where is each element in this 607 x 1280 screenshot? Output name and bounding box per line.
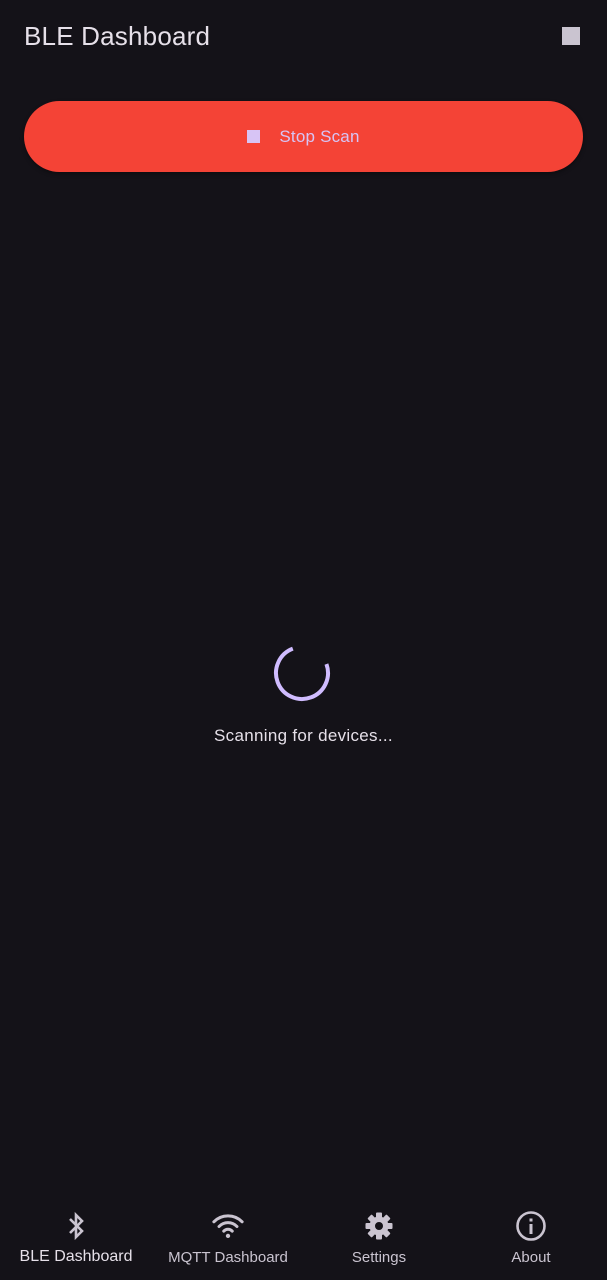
app-bar: BLE Dashboard <box>0 0 607 72</box>
nav-label-mqtt-dashboard: MQTT Dashboard <box>168 1249 288 1266</box>
nav-label-settings: Settings <box>351 1249 407 1266</box>
stop-scan-button[interactable]: Stop Scan <box>24 101 583 172</box>
info-icon <box>515 1210 547 1242</box>
ble-dashboard-screen: BLE Dashboard Stop Scan Scanning for dev… <box>0 0 607 1280</box>
stop-icon <box>562 27 580 45</box>
nav-label-ble-dashboard: BLE Dashboard <box>19 1248 133 1265</box>
nav-item-settings[interactable]: Settings <box>303 1192 455 1280</box>
nav-label-about: About <box>511 1249 551 1266</box>
bottom-navigation-bar: BLE Dashboard MQTT Dashboard Settings Ab… <box>0 1192 607 1280</box>
loading-spinner <box>274 645 330 701</box>
nav-item-about[interactable]: About <box>455 1192 607 1280</box>
stop-icon <box>247 130 261 143</box>
wifi-icon <box>212 1210 244 1242</box>
nav-item-ble-dashboard[interactable]: BLE Dashboard <box>0 1192 152 1280</box>
stop-scan-icon-button[interactable] <box>554 19 588 53</box>
gear-icon <box>363 1210 395 1242</box>
stop-scan-label: Stop Scan <box>279 126 360 146</box>
page-title: BLE Dashboard <box>24 21 211 51</box>
bluetooth-icon <box>60 1210 92 1242</box>
nav-item-mqtt-dashboard[interactable]: MQTT Dashboard <box>152 1192 304 1280</box>
scanning-status-text: Scanning for devices... <box>214 726 393 745</box>
